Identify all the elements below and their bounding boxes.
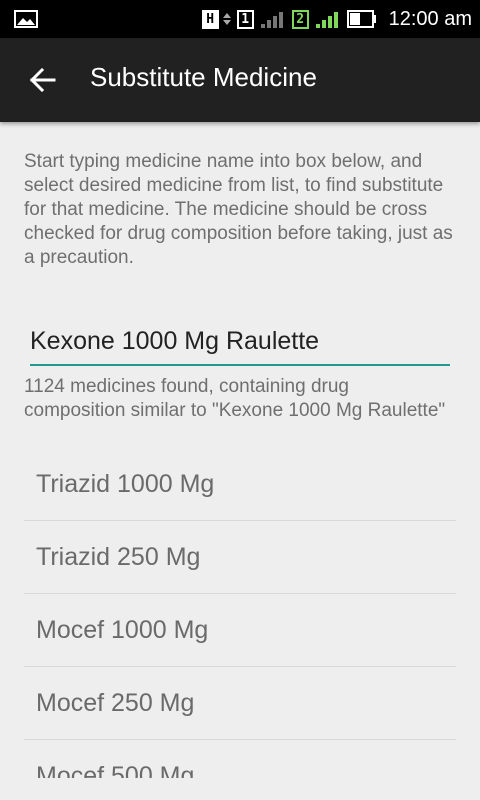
app-bar: Substitute Medicine: [0, 38, 480, 122]
sim2-icon: 2: [291, 9, 309, 29]
clock: 12:00 am: [388, 7, 472, 30]
results-count-text: 1124 medicines found, containing drug co…: [24, 376, 446, 421]
medicine-search-input[interactable]: [30, 318, 450, 366]
main-content: Start typing medicine name into box belo…: [0, 122, 480, 778]
list-item[interactable]: Mocef 1000 Mg: [24, 594, 456, 667]
data-activity-icon: [222, 13, 231, 25]
gallery-icon: [14, 10, 38, 28]
hspa-icon: H: [201, 9, 219, 29]
sim1-icon: 1: [236, 9, 254, 29]
list-item[interactable]: Mocef 250 Mg: [24, 667, 456, 740]
list-item[interactable]: Triazid 250 Mg: [24, 521, 456, 594]
signal-sim1-icon: [260, 12, 283, 28]
list-item[interactable]: Mocef 500 Mg: [24, 740, 456, 779]
list-item[interactable]: Triazid 1000 Mg: [24, 448, 456, 521]
page-title: Substitute Medicine: [90, 62, 317, 92]
signal-sim2-icon: [315, 12, 338, 28]
battery-icon: [346, 10, 376, 28]
instructions-text: Start typing medicine name into box belo…: [24, 151, 453, 268]
results-list: Triazid 1000 Mg Triazid 250 Mg Mocef 100…: [24, 448, 456, 778]
status-bar: H 1 2 12:00 am: [0, 0, 480, 38]
back-arrow-icon[interactable]: [28, 66, 56, 94]
